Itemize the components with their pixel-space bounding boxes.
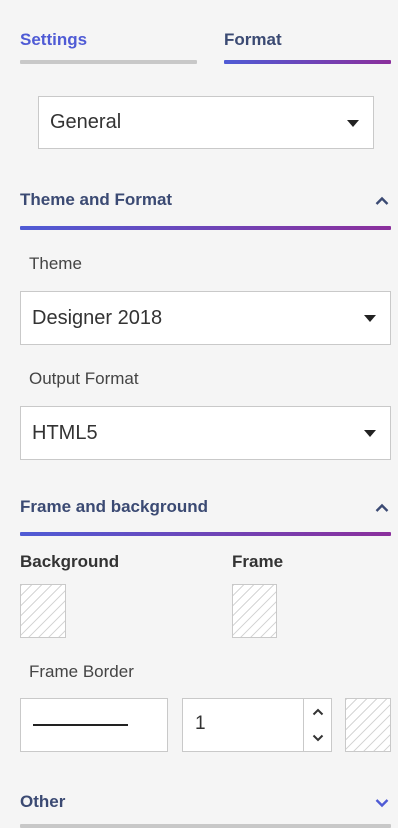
theme-select-value: Designer 2018 (32, 306, 163, 329)
other-section-header[interactable]: Other (20, 792, 391, 828)
border-style-picker[interactable] (20, 698, 168, 752)
frame-border-label: Frame Border (29, 662, 134, 681)
theme-label: Theme (29, 254, 82, 273)
tab-format-underline (224, 60, 391, 64)
section-title: Theme and Format (20, 190, 173, 209)
tab-settings-underline (20, 60, 197, 64)
chevron-up-icon (375, 196, 389, 206)
section-underline (20, 532, 391, 536)
theme-format-section-header[interactable]: Theme and Format (20, 190, 391, 232)
caret-down-icon (364, 430, 376, 437)
tab-settings-label: Settings (20, 30, 88, 49)
border-width-value: 1 (195, 713, 206, 734)
stepper-up-button[interactable] (304, 699, 331, 725)
background-color-swatch[interactable] (20, 584, 66, 638)
tab-format-label: Format (224, 30, 282, 49)
tab-settings[interactable]: Settings (20, 30, 197, 68)
frame-color-swatch[interactable] (232, 584, 277, 638)
frame-label: Frame (232, 552, 284, 571)
caret-down-icon (364, 315, 376, 322)
section-underline (20, 824, 391, 828)
section-underline (20, 226, 391, 230)
caret-down-icon (347, 119, 359, 127)
background-label: Background (20, 552, 120, 571)
tab-format[interactable]: Format (224, 30, 391, 68)
border-line-sample (33, 724, 128, 726)
output-format-label: Output Format (29, 369, 139, 388)
chevron-down-icon (312, 729, 324, 747)
general-select[interactable]: General (38, 96, 374, 149)
chevron-up-icon (375, 503, 389, 513)
general-select-value: General (50, 111, 122, 133)
border-width-stepper[interactable]: 1 (182, 698, 332, 752)
output-format-select-value: HTML5 (32, 421, 98, 444)
border-color-swatch[interactable] (345, 698, 391, 752)
chevron-down-icon (375, 798, 389, 808)
output-format-select[interactable]: HTML5 (20, 406, 391, 460)
chevron-up-icon (312, 703, 324, 721)
frame-background-section-header[interactable]: Frame and background (20, 497, 391, 539)
theme-select[interactable]: Designer 2018 (20, 291, 391, 345)
section-title: Other (20, 792, 66, 811)
stepper-down-button[interactable] (304, 725, 331, 751)
section-title: Frame and background (20, 497, 208, 516)
